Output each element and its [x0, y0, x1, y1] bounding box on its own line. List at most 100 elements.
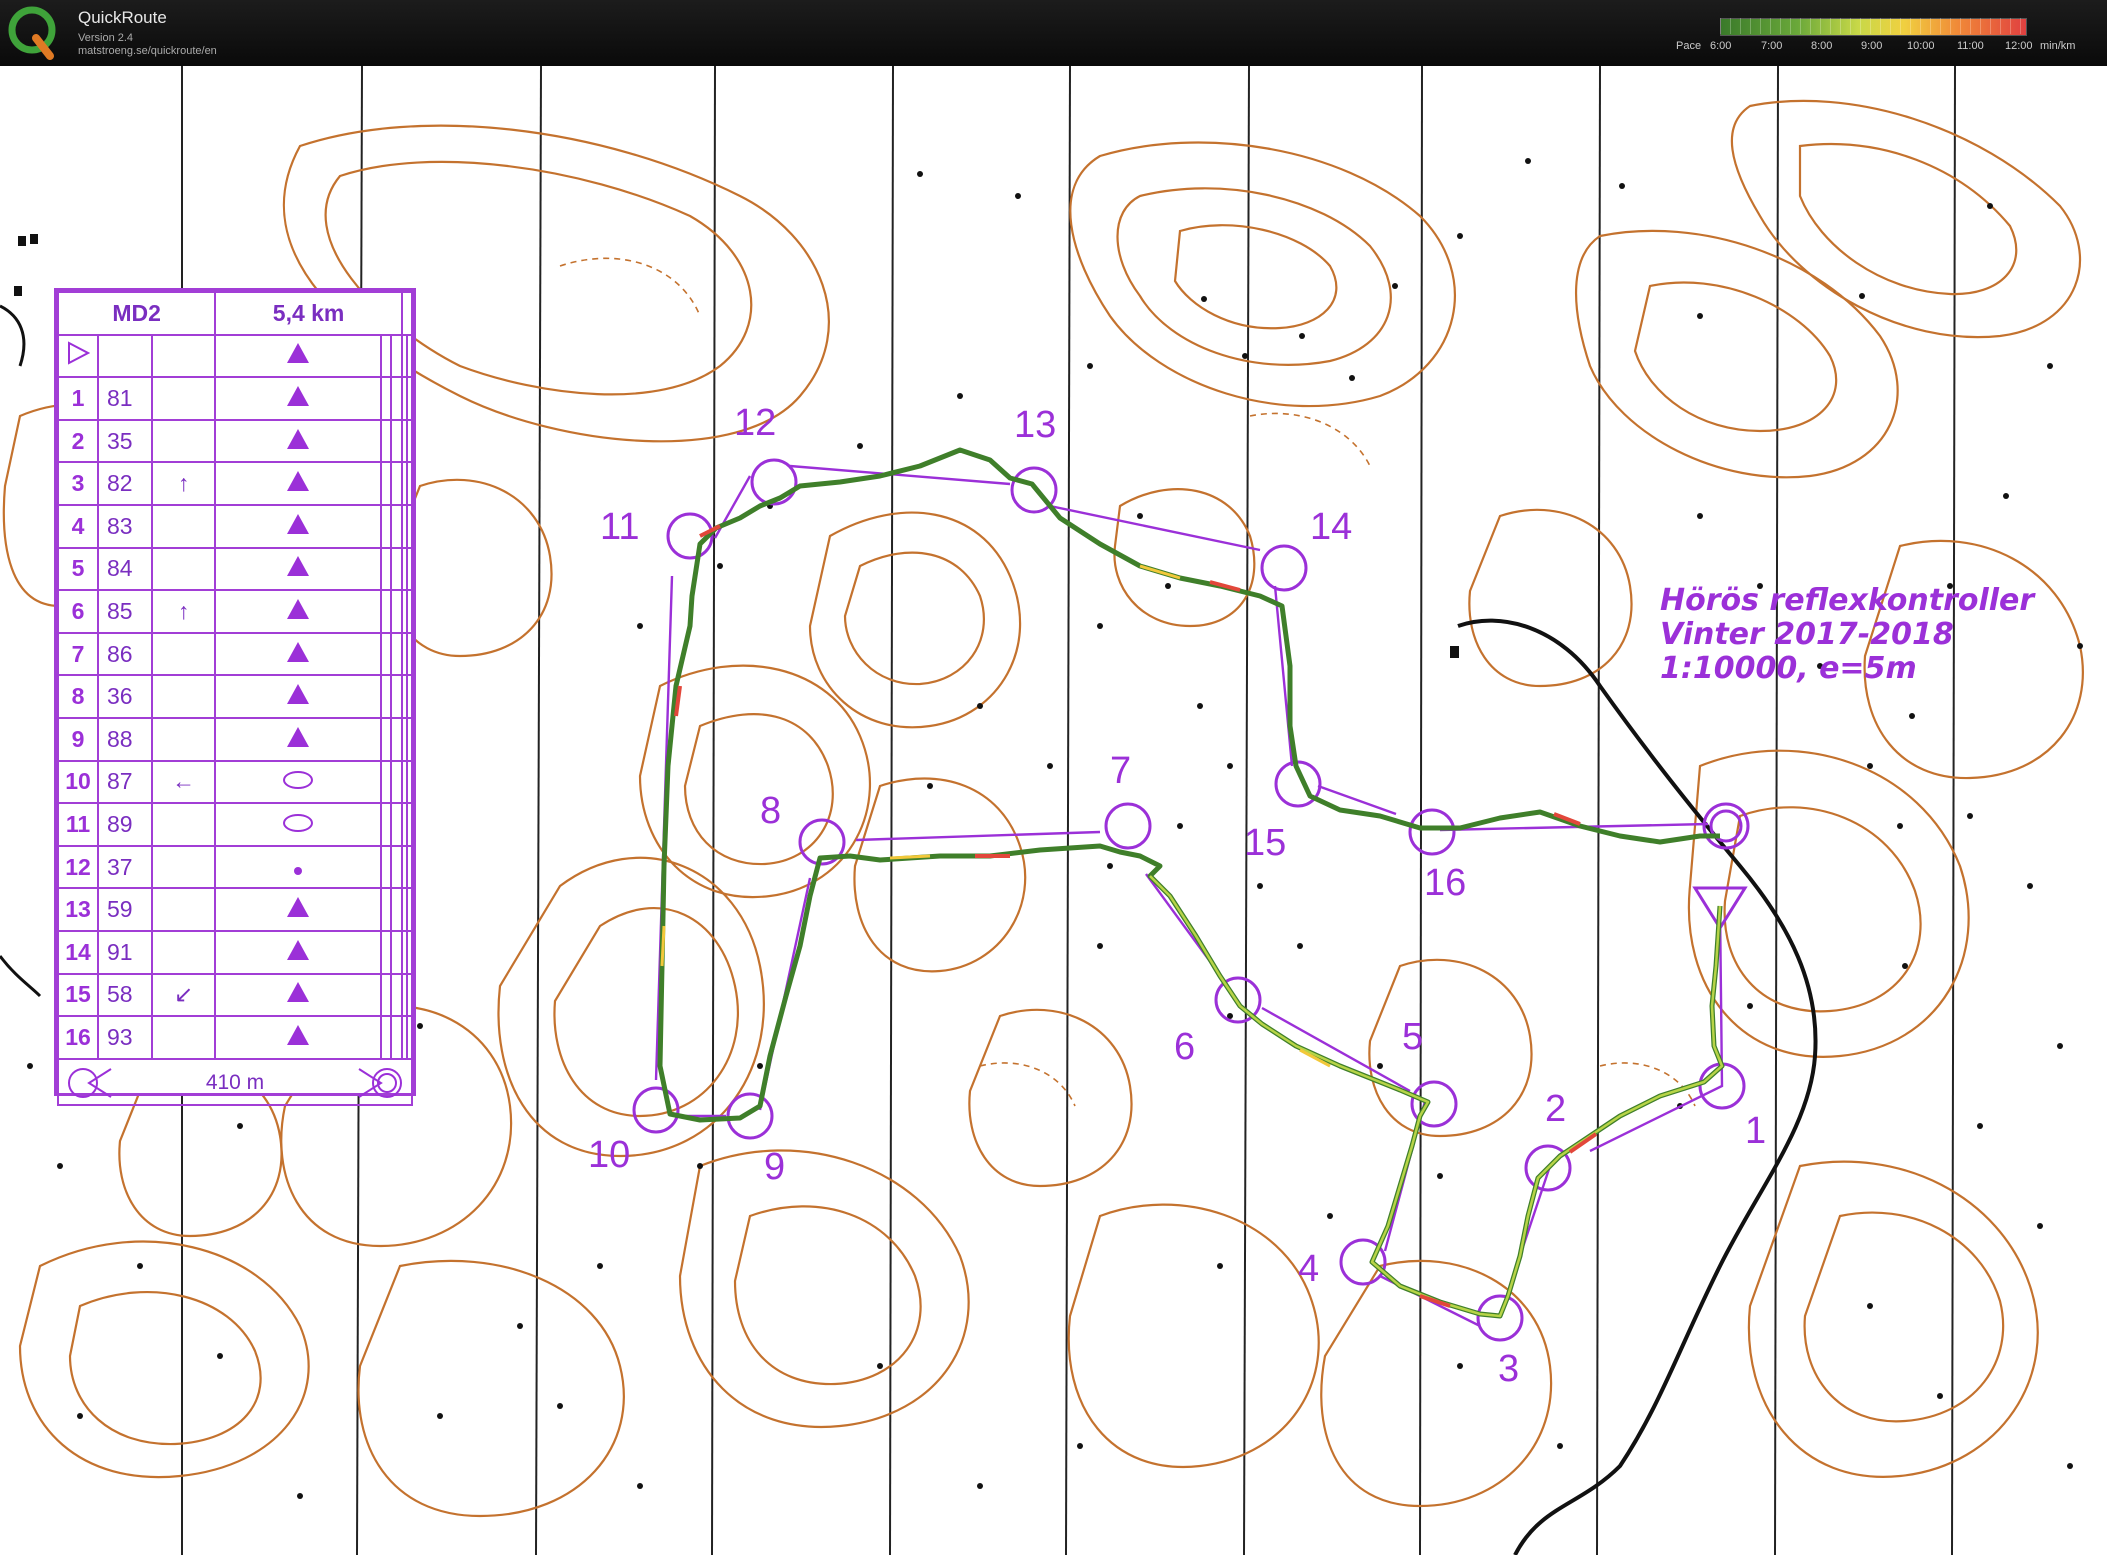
- pace-scale-grid: [1720, 18, 2025, 34]
- pace-tick: 11:00: [1957, 40, 1984, 52]
- control-code: 59: [97, 887, 153, 932]
- direction-symbol: [150, 418, 217, 464]
- direction-symbol: [150, 546, 217, 592]
- control-row: 5 84: [57, 546, 414, 592]
- oval-icon: [283, 813, 314, 832]
- control-number: 16: [57, 1015, 99, 1060]
- direction-symbol: [150, 929, 217, 975]
- triangle-icon: [287, 385, 310, 406]
- direction-symbol: [150, 1015, 217, 1060]
- control-label: 9: [764, 1146, 786, 1188]
- direction-symbol: ↑: [150, 589, 217, 634]
- direction-symbol: [150, 844, 217, 890]
- control-code: 88: [97, 716, 153, 762]
- control-code: 83: [97, 503, 153, 549]
- course-length: 5,4 km: [214, 291, 403, 336]
- control-row: 7 86: [57, 631, 414, 677]
- quickroute-logo-icon: [8, 6, 56, 60]
- pace-unit: min/km: [2040, 40, 2076, 52]
- finish-start-icon: [68, 1067, 112, 1098]
- control-label: 13: [1014, 404, 1057, 446]
- control-number: 8: [57, 674, 99, 719]
- control-row: 12 37: [57, 844, 414, 890]
- control-number: 7: [57, 631, 99, 677]
- pace-label: Pace: [1676, 40, 1702, 52]
- control-label: 5: [1402, 1016, 1424, 1058]
- direction-symbol: ←: [150, 759, 217, 805]
- direction-symbol: [150, 802, 217, 847]
- control-number: 12: [57, 844, 99, 890]
- control-code: 91: [97, 929, 153, 975]
- control-code: 85: [97, 589, 153, 634]
- direction-symbol: ↙: [150, 972, 217, 1018]
- direction-symbol: ↑: [150, 461, 217, 506]
- triangle-icon: [287, 726, 310, 747]
- control-number: 10: [57, 759, 99, 805]
- triangle-icon: [287, 471, 310, 492]
- direction-symbol: [150, 887, 217, 932]
- triangle-icon: [287, 598, 310, 619]
- pace-tick: 10:00: [1907, 40, 1935, 52]
- control-row: 8 36: [57, 674, 414, 719]
- pace-tick: 6:00: [1710, 40, 1732, 52]
- triangle-icon: [287, 684, 310, 705]
- control-code: 86: [97, 631, 153, 677]
- control-number: 2: [57, 418, 99, 464]
- app-url[interactable]: matstroeng.se/quickroute/en: [78, 45, 217, 57]
- control-label: 10: [588, 1134, 631, 1176]
- caption-line: Hörös reflexkontroller: [1660, 583, 2035, 618]
- triangle-icon: [287, 428, 310, 449]
- control-number: 9: [57, 716, 99, 762]
- pace-tick: 7:00: [1761, 40, 1783, 52]
- map-caption: Hörös reflexkontroller Vinter 2017-2018 …: [1660, 584, 2034, 686]
- triangle-icon: [287, 1024, 310, 1045]
- caption-line: 1:10000, e=5m: [1660, 651, 1917, 686]
- direction-symbol: [150, 503, 217, 549]
- control-label: 4: [1298, 1248, 1320, 1290]
- control-number: 13: [57, 887, 99, 932]
- control-number: 6: [57, 589, 99, 634]
- control-circles: [632, 458, 1746, 1342]
- control-label: 1: [1745, 1110, 1767, 1152]
- direction-symbol: [150, 376, 217, 421]
- control-code: 89: [97, 802, 153, 847]
- app-header: QuickRoute Version 2.4 matstroeng.se/qui…: [0, 0, 2107, 66]
- control-label: 8: [760, 790, 782, 832]
- oval-icon: [283, 771, 314, 790]
- triangle-icon: [287, 343, 310, 364]
- triangle-icon: [287, 513, 310, 534]
- control-number: 1: [57, 376, 99, 421]
- control-row: 9 88: [57, 716, 414, 762]
- control-code: 37: [97, 844, 153, 890]
- start-triangle-icon: [68, 341, 91, 365]
- control-number: 5: [57, 546, 99, 592]
- control-row: 6 85 ↑: [57, 589, 414, 634]
- control-row: 14 91: [57, 929, 414, 975]
- direction-symbol: [150, 716, 217, 762]
- control-label: 3: [1498, 1348, 1520, 1390]
- control-code: 93: [97, 1015, 153, 1060]
- control-row: 13 59: [57, 887, 414, 932]
- control-descriptions: MD2 5,4 km 1 81 2 35 3 82 ↑ 4 83 5 84 6 85 ↑: [54, 288, 416, 1106]
- dot-icon: [294, 866, 303, 875]
- control-row: 2 35: [57, 418, 414, 464]
- control-label: 6: [1174, 1026, 1196, 1068]
- control-label: 7: [1110, 750, 1132, 792]
- caption-line: Vinter 2017-2018: [1660, 617, 1954, 652]
- control-label: 12: [734, 402, 777, 444]
- control-number: 3: [57, 461, 99, 506]
- control-code: 36: [97, 674, 153, 719]
- control-row: 16 93: [57, 1015, 414, 1060]
- control-row: 10 87 ←: [57, 759, 414, 805]
- direction-symbol: [150, 631, 217, 677]
- control-label: 2: [1545, 1088, 1567, 1130]
- control-label: 15: [1244, 822, 1287, 864]
- control-row: 15 58 ↙: [57, 972, 414, 1018]
- control-row: 3 82 ↑: [57, 461, 414, 506]
- control-code: 81: [97, 376, 153, 421]
- triangle-icon: [287, 556, 310, 577]
- direction-symbol: [150, 674, 217, 719]
- triangle-icon: [287, 897, 310, 918]
- control-label: 11: [600, 506, 640, 548]
- finish-circle-icon: [1702, 802, 1750, 850]
